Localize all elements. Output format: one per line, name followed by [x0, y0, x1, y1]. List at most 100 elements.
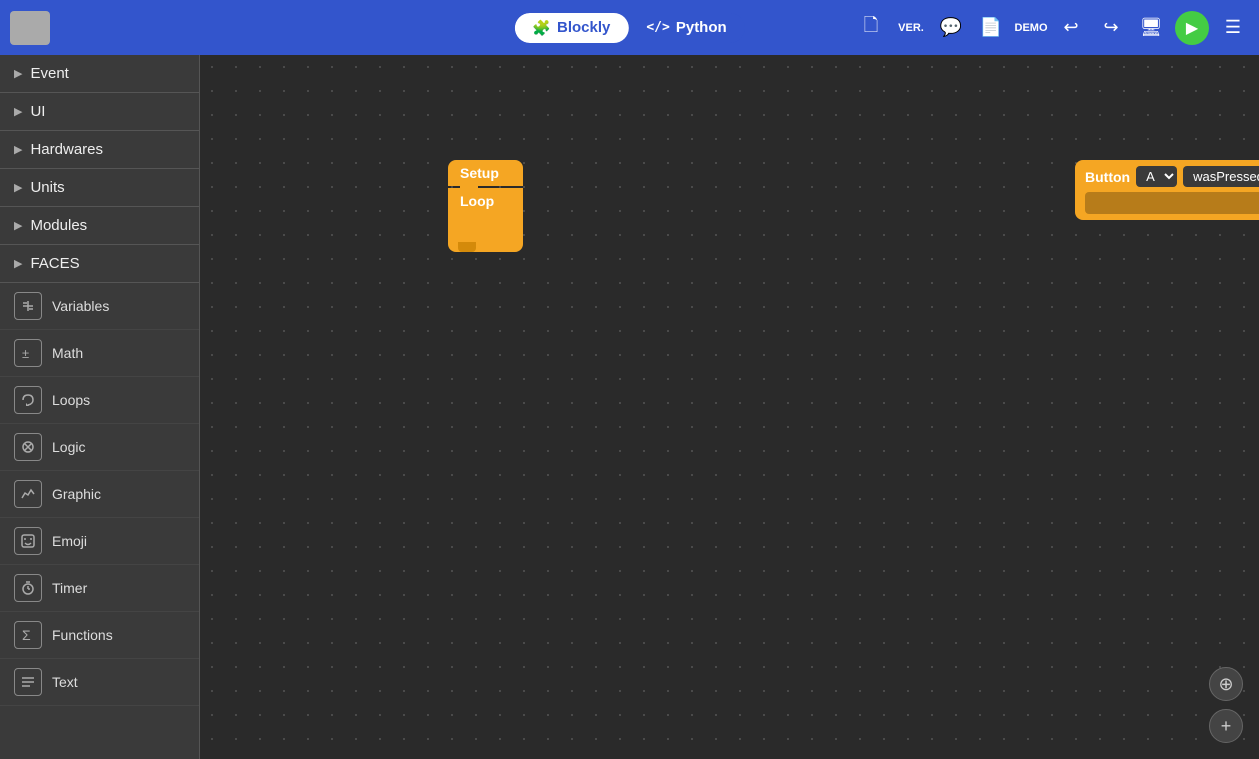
header-tabs: 🧩 Blockly </> Python: [514, 13, 744, 43]
tab-blockly-label: Blockly: [557, 19, 610, 36]
sidebar-group-ui: ▶ UI: [0, 93, 199, 131]
loops-label: Loops: [52, 392, 90, 408]
timer-label: Timer: [52, 580, 87, 596]
header-toolbar: 🗋 VER. 💬 📄 DEMO ↩ ↪ 🖥 ▶ ☰: [855, 11, 1249, 45]
play-button[interactable]: ▶: [1175, 11, 1209, 45]
sidebar: ▶ Event ▶ UI ▶ Hardwares ▶ Units ▶: [0, 55, 200, 759]
redo-icon: ↪: [1103, 17, 1118, 38]
sidebar-group-hardwares-label: Hardwares: [30, 141, 103, 158]
sidebar-group-ui-header[interactable]: ▶ UI: [0, 93, 199, 130]
header: 🧩 Blockly </> Python 🗋 VER. 💬 📄 DEMO ↩ ↪: [0, 0, 1259, 55]
tab-python-label: Python: [676, 19, 727, 36]
sidebar-item-text[interactable]: Text: [0, 659, 199, 706]
button-block-label: Button: [1085, 169, 1130, 185]
emoji-label: Emoji: [52, 533, 87, 549]
chat-button[interactable]: 💬: [935, 12, 967, 44]
emoji-icon: [14, 527, 42, 555]
chat-icon: 💬: [940, 17, 962, 38]
zoom-in-icon: +: [1221, 716, 1232, 737]
zoom-in-button[interactable]: +: [1209, 709, 1243, 743]
screen-icon: 🖥: [1140, 17, 1163, 38]
version-button[interactable]: VER.: [895, 12, 927, 44]
button-block-row: Button A wasPressed: [1085, 166, 1259, 187]
play-icon: ▶: [1186, 18, 1198, 38]
center-canvas-button[interactable]: ⊕: [1209, 667, 1243, 701]
svg-text:Σ: Σ: [22, 627, 31, 643]
logic-label: Logic: [52, 439, 85, 455]
graphic-label: Graphic: [52, 486, 101, 502]
hardwares-arrow-icon: ▶: [14, 143, 22, 156]
math-label: Math: [52, 345, 83, 361]
sidebar-group-units-header[interactable]: ▶ Units: [0, 169, 199, 206]
demo-button[interactable]: DEMO: [1015, 12, 1047, 44]
center-icon: ⊕: [1218, 674, 1233, 695]
blockly-icon: 🧩: [532, 19, 551, 37]
sidebar-group-modules: ▶ Modules: [0, 207, 199, 245]
functions-icon: Σ: [14, 621, 42, 649]
graphic-icon: [14, 480, 42, 508]
sidebar-item-logic[interactable]: Logic: [0, 424, 199, 471]
demo-icon: DEMO: [1015, 22, 1048, 34]
version-icon: VER.: [898, 22, 924, 34]
button-block[interactable]: Button A wasPressed: [1075, 160, 1259, 220]
tab-python[interactable]: </> Python: [628, 13, 744, 43]
sidebar-group-event-header[interactable]: ▶ Event: [0, 55, 199, 92]
modules-arrow-icon: ▶: [14, 219, 22, 232]
undo-button[interactable]: ↩: [1055, 12, 1087, 44]
button-option-was-pressed[interactable]: wasPressed: [1183, 166, 1259, 187]
setup-loop-block[interactable]: Setup Loop: [448, 160, 523, 252]
math-icon: ±: [14, 339, 42, 367]
timer-icon: [14, 574, 42, 602]
sidebar-group-faces-header[interactable]: ▶ FACES: [0, 245, 199, 282]
sidebar-item-variables[interactable]: Variables: [0, 283, 199, 330]
logic-icon: [14, 433, 42, 461]
sidebar-group-modules-label: Modules: [30, 217, 87, 234]
menu-icon: ☰: [1225, 17, 1241, 38]
new-file-button[interactable]: 🗋: [855, 12, 887, 44]
text-icon: [14, 668, 42, 696]
sidebar-group-event-label: Event: [30, 65, 68, 82]
canvas-controls: ⊕ +: [1209, 667, 1243, 743]
app-logo[interactable]: [10, 11, 50, 45]
svg-text:±: ±: [22, 346, 29, 361]
functions-label: Functions: [52, 627, 113, 643]
button-block-slot: [1085, 192, 1259, 214]
screen-button[interactable]: 🖥: [1135, 12, 1167, 44]
new-file-icon: 🗋: [864, 13, 878, 43]
text-label: Text: [52, 674, 78, 690]
sidebar-group-hardwares: ▶ Hardwares: [0, 131, 199, 169]
ui-arrow-icon: ▶: [14, 105, 22, 118]
units-arrow-icon: ▶: [14, 181, 22, 194]
sidebar-item-functions[interactable]: Σ Functions: [0, 612, 199, 659]
sidebar-item-timer[interactable]: Timer: [0, 565, 199, 612]
sidebar-group-hardwares-header[interactable]: ▶ Hardwares: [0, 131, 199, 168]
doc-button[interactable]: 📄: [975, 12, 1007, 44]
sidebar-group-event: ▶ Event: [0, 55, 199, 93]
variables-icon: [14, 292, 42, 320]
redo-button[interactable]: ↪: [1095, 12, 1127, 44]
sidebar-item-math[interactable]: ± Math: [0, 330, 199, 377]
python-icon: </>: [646, 20, 669, 35]
loops-icon: [14, 386, 42, 414]
sidebar-group-faces-label: FACES: [30, 255, 79, 272]
variables-label: Variables: [52, 298, 109, 314]
undo-icon: ↩: [1063, 17, 1078, 38]
menu-button[interactable]: ☰: [1217, 12, 1249, 44]
button-option-a[interactable]: A: [1136, 166, 1177, 187]
sidebar-group-modules-header[interactable]: ▶ Modules: [0, 207, 199, 244]
sidebar-group-ui-label: UI: [30, 103, 45, 120]
canvas-area: Setup Loop Button A wasPressed: [200, 55, 1259, 759]
tab-blockly[interactable]: 🧩 Blockly: [514, 13, 628, 43]
sidebar-item-graphic[interactable]: Graphic: [0, 471, 199, 518]
button-block-inner: Button A wasPressed: [1075, 160, 1259, 220]
loop-block-label: Loop: [460, 193, 494, 209]
event-arrow-icon: ▶: [14, 67, 22, 80]
sidebar-item-loops[interactable]: Loops: [0, 377, 199, 424]
sidebar-group-faces: ▶ FACES: [0, 245, 199, 283]
setup-block-label: Setup: [460, 165, 499, 181]
main-layout: ▶ Event ▶ UI ▶ Hardwares ▶ Units ▶: [0, 55, 1259, 759]
sidebar-group-units: ▶ Units: [0, 169, 199, 207]
sidebar-group-units-label: Units: [30, 179, 64, 196]
sidebar-item-emoji[interactable]: Emoji: [0, 518, 199, 565]
doc-icon: 📄: [980, 17, 1002, 38]
